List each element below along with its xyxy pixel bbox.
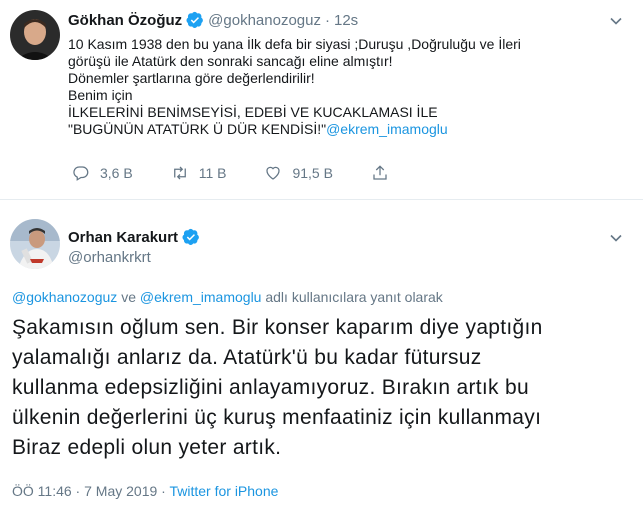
tweet-line: görüşü ile Atatürk den sonraki sancağı e… xyxy=(68,53,393,69)
avatar[interactable] xyxy=(10,219,60,269)
like-count: 91,5 B xyxy=(292,165,333,181)
verified-badge-icon xyxy=(186,11,204,29)
source-link[interactable]: Twitter for iPhone xyxy=(169,483,278,499)
author-handle[interactable]: @gokhanozoguz xyxy=(208,12,321,29)
tweet-line-text: "BUGÜNÜN ATATÜRK Ü DÜR KENDİSİ!" xyxy=(68,121,327,137)
tweet-actions: 3,6 B 11 B 91,5 B xyxy=(72,164,437,182)
mention-link[interactable]: @gokhanozoguz xyxy=(12,289,117,305)
reply-button[interactable]: 3,6 B xyxy=(72,164,133,182)
chevron-down-icon[interactable] xyxy=(609,14,623,28)
retweet-icon xyxy=(173,166,186,180)
tweet-line: Benim için xyxy=(68,87,133,103)
tweet-timestamp[interactable]: ÖÖ 11:46 · 7 May 2019 · xyxy=(12,483,166,499)
like-button[interactable]: 91,5 B xyxy=(264,164,333,182)
reply-context: @gokhanozoguz ve @ekrem_imamoglu adlı ku… xyxy=(12,289,443,305)
tweet-gokhan[interactable]: Gökhan Özoğuz @gokhanozoguz · 12s 10 Kas… xyxy=(0,0,643,200)
tweet-text: 10 Kasım 1938 den bu yana İlk defa bir s… xyxy=(68,36,628,138)
tweet-time[interactable]: 12s xyxy=(334,12,358,29)
tweet-line: Biraz edepli olun yeter artık. xyxy=(12,436,282,459)
mention-link[interactable]: @ekrem_imamoglu xyxy=(326,121,448,137)
tweet-line: Dönemler şartlarına göre değerlendirilir… xyxy=(68,70,315,86)
tweet-line: İLKELERİNİ BENİMSEYİSİ, EDEBİ VE KUCAKLA… xyxy=(68,104,438,120)
tweet-line: ülkenin değerlerini üç kuruş menfaatiniz… xyxy=(12,406,542,429)
author-name[interactable]: Gökhan Özoğuz xyxy=(68,12,182,29)
separator: · xyxy=(324,11,330,29)
tweet-line: yalamalığı anlarız da. Atatürk'ü bu kada… xyxy=(12,346,482,369)
share-icon xyxy=(373,165,387,180)
like-icon xyxy=(266,166,281,180)
retweet-button[interactable]: 11 B xyxy=(171,164,227,182)
reply-count: 3,6 B xyxy=(100,165,133,181)
reply-icon xyxy=(73,166,89,181)
author-name-row: Orhan Karakurt xyxy=(68,228,204,246)
mention-link[interactable]: @ekrem_imamoglu xyxy=(140,289,262,305)
reply-and: ve xyxy=(121,289,136,305)
tweet-line: "BUGÜNÜN ATATÜRK Ü DÜR KENDİSİ!"@ekrem_i… xyxy=(68,121,628,138)
avatar[interactable] xyxy=(10,10,60,60)
tweet-meta: ÖÖ 11:46 · 7 May 2019 · Twitter for iPho… xyxy=(12,483,278,499)
author-name[interactable]: Orhan Karakurt xyxy=(68,229,178,246)
tweet-line: 10 Kasım 1938 den bu yana İlk defa bir s… xyxy=(68,36,521,52)
tweet-text: Şakamısın oğlum sen. Bir konser kaparım … xyxy=(12,313,632,463)
author-handle[interactable]: @orhankrkrt xyxy=(68,249,151,266)
share-button[interactable] xyxy=(371,164,399,182)
tweet-line: Şakamısın oğlum sen. Bir konser kaparım … xyxy=(12,316,543,339)
tweet-header: Gökhan Özoğuz @gokhanozoguz · 12s xyxy=(68,11,358,29)
retweet-count: 11 B xyxy=(198,165,227,181)
chevron-down-icon[interactable] xyxy=(609,231,623,245)
verified-badge-icon xyxy=(182,228,200,246)
tweet-line: kullanma edepsizliğini anlayamıyoruz. Bı… xyxy=(12,376,529,399)
reply-suffix: adlı kullanıcılara yanıt olarak xyxy=(265,289,443,305)
